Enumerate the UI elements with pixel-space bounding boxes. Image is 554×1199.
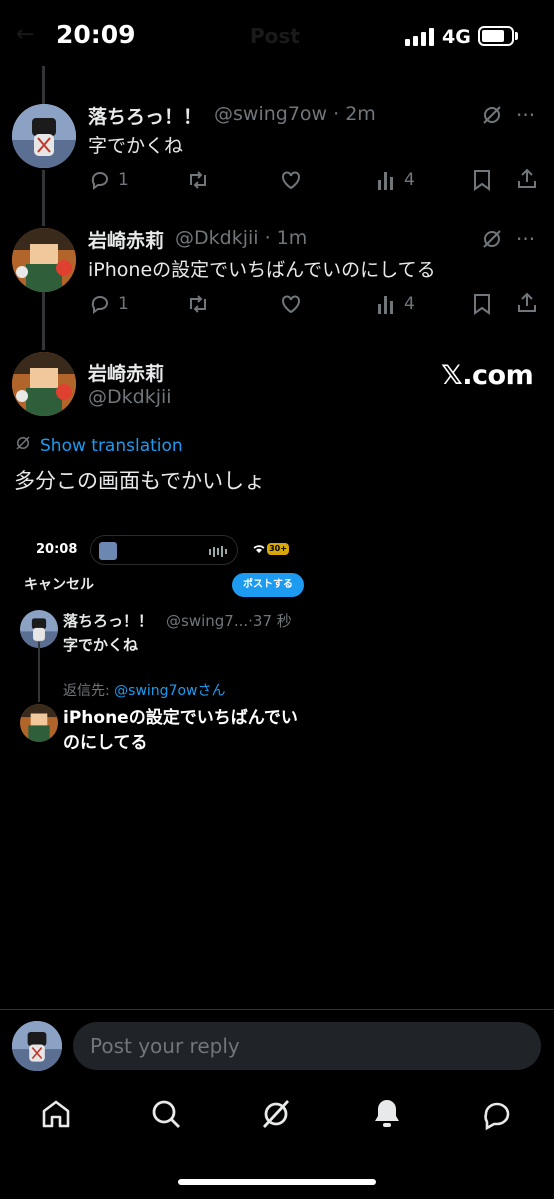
wifi-icon <box>252 542 266 557</box>
reply-button[interactable]: 1 <box>88 292 129 316</box>
repost-icon <box>185 168 211 192</box>
signal-icon <box>405 28 434 46</box>
embedded-time: 20:08 <box>36 542 78 557</box>
reply-button[interactable]: 1 <box>88 168 129 192</box>
repost-button[interactable] <box>185 292 211 316</box>
tweet-author[interactable]: 落ちろっ！！ <box>88 102 202 129</box>
grok-icon[interactable] <box>259 1097 293 1135</box>
tweet-meta[interactable]: @Dkdkjii · 1m <box>175 227 307 249</box>
tweet-text: iPhoneの設定でいちばんでいのにしてる <box>88 259 436 281</box>
grok-icon[interactable] <box>480 103 504 131</box>
like-button[interactable] <box>279 168 303 192</box>
repost-icon <box>185 292 211 316</box>
battery-icon <box>478 26 514 46</box>
home-indicator <box>178 1179 376 1185</box>
embedded-cancel: キャンセル <box>24 577 94 593</box>
avatar[interactable] <box>12 104 76 168</box>
thread-line <box>42 292 45 350</box>
divider <box>0 1009 554 1010</box>
share-icon[interactable] <box>515 167 539 195</box>
main-author[interactable]: 岩崎赤莉 <box>88 359 164 386</box>
embedded-meta: @swing7...·37 秒 <box>166 612 292 630</box>
views-button[interactable]: 4 <box>376 292 415 316</box>
status-time: 20:09 <box>56 20 136 49</box>
my-avatar[interactable] <box>12 1021 62 1071</box>
embedded-post-button: ポストする <box>232 573 304 597</box>
thread-line <box>42 66 45 104</box>
notifications-bell-icon[interactable] <box>370 1097 404 1135</box>
attached-screenshot[interactable]: 20:08 30+ キャンセル ポストする 落ちろっ！！ @swing7...·… <box>18 530 318 770</box>
views-count: 4 <box>404 294 415 314</box>
embedded-reply-to: 返信先: @swing7owさん <box>63 680 226 700</box>
reply-input[interactable] <box>73 1022 541 1070</box>
home-icon[interactable] <box>39 1097 73 1135</box>
tweet-author[interactable]: 岩崎赤莉 <box>88 226 164 253</box>
x-watermark: 𝕏.com <box>441 360 534 391</box>
share-icon[interactable] <box>515 291 539 319</box>
avatar[interactable] <box>12 228 76 292</box>
heart-icon <box>279 292 303 316</box>
dynamic-island <box>90 535 238 565</box>
bookmark-icon[interactable] <box>471 168 493 196</box>
embedded-avatar <box>20 704 58 742</box>
embedded-reply-text: iPhoneの設定でいちばんでいのにしてる <box>63 708 298 753</box>
back-arrow-icon[interactable]: ← <box>16 22 34 47</box>
views-button[interactable]: 4 <box>376 168 415 192</box>
embedded-thread-line <box>38 642 40 702</box>
embedded-battery: 30+ <box>267 543 289 555</box>
bookmark-icon[interactable] <box>471 292 493 320</box>
grok-icon[interactable] <box>480 227 504 255</box>
more-icon[interactable]: ··· <box>516 103 535 127</box>
network-type: 4G <box>442 26 471 48</box>
tweet-text: 字でかくね <box>88 135 184 157</box>
reply-icon <box>88 168 112 192</box>
main-post-text: 多分この画面もでかいしょ <box>14 469 266 493</box>
reply-icon <box>88 292 112 316</box>
embedded-author: 落ちろっ！！ <box>63 612 154 630</box>
search-icon[interactable] <box>149 1097 183 1135</box>
main-handle[interactable]: @Dkdkjii <box>88 386 172 408</box>
avatar[interactable] <box>12 352 76 416</box>
views-icon <box>376 292 398 316</box>
like-button[interactable] <box>279 292 303 316</box>
embedded-text: 字でかくね <box>63 636 139 654</box>
views-icon <box>376 168 398 192</box>
repost-button[interactable] <box>185 168 211 192</box>
views-count: 4 <box>404 170 415 190</box>
tweet-meta[interactable]: @swing7ow · 2m <box>214 103 376 125</box>
page-title: Post <box>250 24 300 48</box>
grok-icon <box>14 434 32 457</box>
messages-icon[interactable] <box>480 1097 514 1135</box>
heart-icon <box>279 168 303 192</box>
more-icon[interactable]: ··· <box>516 227 535 251</box>
thread-line <box>42 170 45 226</box>
embedded-reply-prefix: 返信先: <box>63 683 115 699</box>
reply-count: 1 <box>118 170 129 190</box>
battery-cap <box>515 32 518 40</box>
reply-count: 1 <box>118 294 129 314</box>
embedded-reply-handle: @swing7owさん <box>114 683 226 699</box>
show-translation-label: Show translation <box>40 435 183 456</box>
show-translation-link[interactable]: Show translation <box>14 434 183 457</box>
